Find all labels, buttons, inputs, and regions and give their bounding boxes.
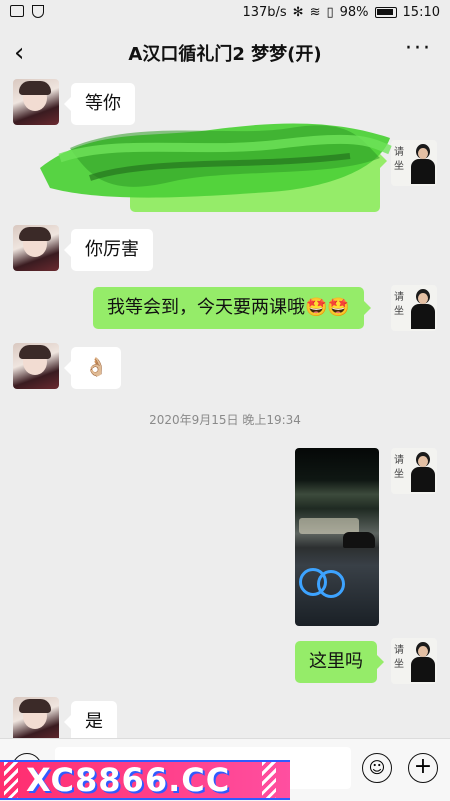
chat-title: A汉口循礼门2 梦梦(开) — [128, 44, 322, 65]
battery-percent: 98% — [339, 5, 369, 20]
wifi-icon: ≋ — [309, 5, 321, 20]
gallery-icon — [10, 5, 24, 17]
my-avatar[interactable]: 请坐 — [391, 448, 437, 494]
message-bubble-in[interactable]: 👌🏼 — [63, 347, 122, 389]
sim-icon: ▯ — [326, 5, 334, 20]
bluetooth-icon: ✻ — [292, 5, 304, 20]
contact-avatar[interactable] — [13, 697, 59, 743]
message-bubble-out[interactable]: 这里吗 — [295, 641, 384, 683]
more-dots-icon[interactable]: ··· — [405, 36, 432, 61]
contact-avatar[interactable] — [13, 343, 59, 389]
network-speed: 137b/s — [242, 5, 287, 20]
contact-avatar[interactable] — [13, 225, 59, 271]
redaction-scribble — [40, 123, 392, 198]
my-avatar[interactable]: 请坐 — [391, 638, 437, 684]
watermark-banner: XC8866.CC — [0, 760, 290, 800]
timestamp: 2020年9月15日 晚上19:34 — [149, 413, 301, 427]
chat-header: ‹ A汉口循礼门2 梦梦(开) ··· — [0, 26, 450, 80]
battery-icon — [374, 7, 397, 18]
emoji-icon[interactable]: ☺ — [362, 753, 392, 783]
watermark-text: XC8866.CC — [26, 761, 231, 799]
message-bubble-in[interactable]: 你厉害 — [64, 229, 153, 271]
clock: 15:10 — [402, 5, 440, 20]
my-avatar[interactable]: 请坐 — [391, 285, 437, 331]
plus-icon[interactable]: + — [408, 753, 438, 783]
message-image[interactable] — [295, 448, 379, 626]
message-bubble-out[interactable]: 我等会到，今天要两课哦🤩🤩 — [93, 287, 371, 329]
message-bubble-in[interactable]: 是 — [64, 701, 117, 743]
shield-icon — [32, 5, 44, 18]
status-bar: 137b/s ✻ ≋ ▯ 98% 15:10 — [0, 0, 450, 26]
